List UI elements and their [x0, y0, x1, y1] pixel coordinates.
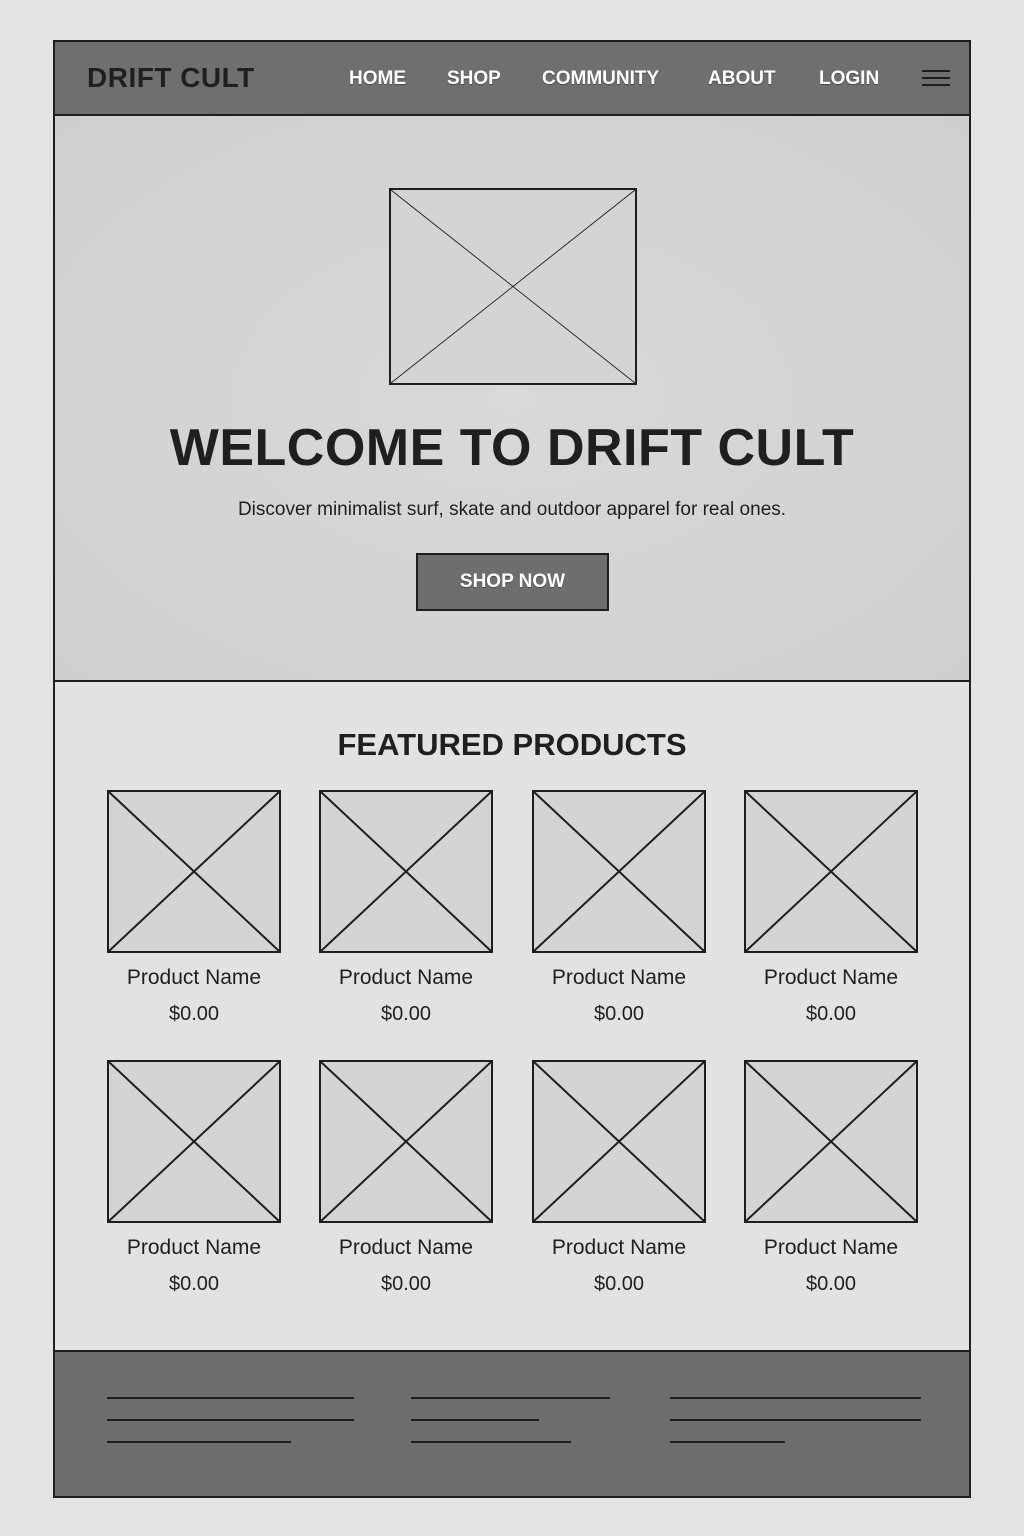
- footer-text-placeholder-line: [107, 1397, 354, 1399]
- product-price: $0.00: [593, 1273, 645, 1295]
- image-placeholder-icon: [319, 790, 493, 953]
- product-price: $0.00: [168, 1003, 220, 1025]
- product-price: $0.00: [805, 1273, 857, 1295]
- footer-text-placeholder-line: [670, 1419, 921, 1421]
- image-placeholder-icon: [744, 1060, 918, 1223]
- product-card[interactable]: Product Name $0.00: [744, 790, 918, 1035]
- page-frame: DRIFT CULT HOME SHOP COMMUNITY ABOUT LOG…: [53, 40, 971, 1498]
- footer: [55, 1350, 969, 1496]
- image-placeholder-icon: [532, 790, 706, 953]
- product-name[interactable]: Product Name: [299, 966, 513, 990]
- image-placeholder-icon: [389, 188, 637, 385]
- product-name[interactable]: Product Name: [299, 1236, 513, 1260]
- product-name[interactable]: Product Name: [87, 1236, 301, 1260]
- product-price: $0.00: [805, 1003, 857, 1025]
- product-name[interactable]: Product Name: [724, 966, 938, 990]
- product-card[interactable]: Product Name $0.00: [319, 790, 493, 1035]
- product-card[interactable]: Product Name $0.00: [107, 1060, 281, 1305]
- footer-text-placeholder-line: [107, 1419, 354, 1421]
- footer-text-placeholder-line: [107, 1441, 291, 1443]
- image-placeholder-icon: [107, 1060, 281, 1223]
- nav-login-link[interactable]: LOGIN: [819, 68, 879, 90]
- nav-home-link[interactable]: HOME: [349, 68, 406, 90]
- product-card[interactable]: Product Name $0.00: [532, 1060, 706, 1305]
- hero-section: WELCOME TO DRIFT CULT Discover minimalis…: [55, 116, 969, 682]
- shop-now-button[interactable]: SHOP NOW: [416, 553, 609, 611]
- footer-text-placeholder-line: [411, 1419, 539, 1421]
- product-price: $0.00: [168, 1273, 220, 1295]
- image-placeholder-icon: [532, 1060, 706, 1223]
- brand-logo[interactable]: DRIFT CULT: [87, 62, 255, 94]
- product-card[interactable]: Product Name $0.00: [319, 1060, 493, 1305]
- image-placeholder-icon: [319, 1060, 493, 1223]
- product-price: $0.00: [380, 1003, 432, 1025]
- product-name[interactable]: Product Name: [724, 1236, 938, 1260]
- nav-about-link[interactable]: ABOUT: [708, 68, 776, 90]
- footer-text-placeholder-line: [411, 1397, 610, 1399]
- product-card[interactable]: Product Name $0.00: [744, 1060, 918, 1305]
- featured-products-section: FEATURED PRODUCTS Product Name $0.00 Pro…: [55, 684, 969, 1350]
- nav-community-link[interactable]: COMMUNITY: [542, 68, 659, 90]
- footer-text-placeholder-line: [411, 1441, 571, 1443]
- product-price: $0.00: [380, 1273, 432, 1295]
- hero-subtitle: Discover minimalist surf, skate and outd…: [237, 499, 787, 520]
- product-card[interactable]: Product Name $0.00: [107, 790, 281, 1035]
- section-title: FEATURED PRODUCTS: [337, 727, 687, 762]
- hamburger-menu-icon[interactable]: [922, 70, 950, 88]
- product-card[interactable]: Product Name $0.00: [532, 790, 706, 1035]
- image-placeholder-icon: [107, 790, 281, 953]
- image-placeholder-icon: [744, 790, 918, 953]
- footer-text-placeholder-line: [670, 1441, 785, 1443]
- footer-text-placeholder-line: [670, 1397, 921, 1399]
- nav-shop-link[interactable]: SHOP: [447, 68, 501, 90]
- product-name[interactable]: Product Name: [512, 966, 726, 990]
- product-name[interactable]: Product Name: [87, 966, 301, 990]
- product-price: $0.00: [593, 1003, 645, 1025]
- navbar: DRIFT CULT HOME SHOP COMMUNITY ABOUT LOG…: [55, 42, 969, 116]
- hero-title: WELCOME TO DRIFT CULT: [169, 419, 855, 477]
- product-name[interactable]: Product Name: [512, 1236, 726, 1260]
